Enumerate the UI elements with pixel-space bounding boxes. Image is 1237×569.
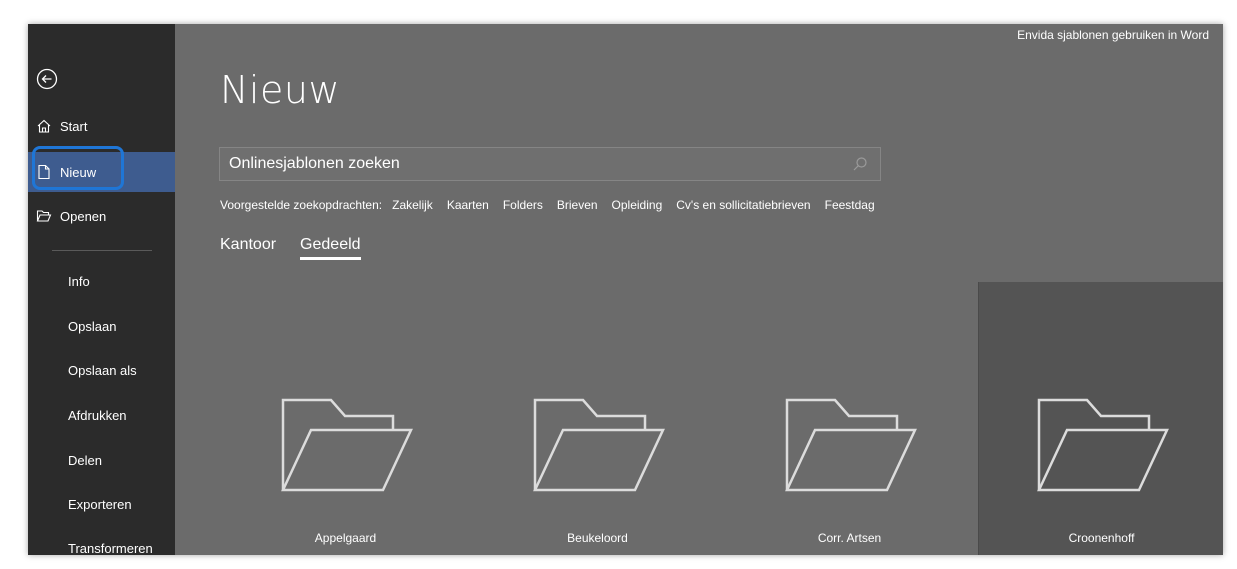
folder-icon: [533, 398, 665, 492]
main-panel: Appelgaard Beukeloord Corr. Artsen Croon…: [175, 24, 1223, 555]
sidebar-item-label: Openen: [60, 208, 107, 224]
tab-kantoor[interactable]: Kantoor: [220, 236, 276, 260]
sidebar-item-label: Start: [60, 118, 88, 134]
sidebar-item-save-as[interactable]: Opslaan als: [68, 363, 137, 378]
sidebar-item-start[interactable]: Start: [28, 106, 175, 146]
sidebar-divider: [52, 250, 152, 251]
page-title: Nieuw: [220, 68, 341, 112]
folder-tile[interactable]: Corr. Artsen: [727, 282, 972, 555]
suggested-search-link[interactable]: Brieven: [557, 198, 598, 212]
backstage-window: Start Nieuw Openen Info Opslaan Opslaan …: [28, 24, 1223, 555]
sidebar-item-print[interactable]: Afdrukken: [68, 408, 127, 423]
folder-label: Croonenhoff: [1068, 531, 1135, 545]
home-icon: [36, 118, 52, 134]
selection-highlight: [32, 146, 124, 190]
window-title: Envida sjablonen gebruiken in Word: [1017, 28, 1209, 42]
folder-label: Appelgaard: [314, 531, 377, 545]
template-tabs: Kantoor Gedeeld: [220, 236, 385, 260]
folder-label: Corr. Artsen: [817, 531, 882, 545]
sidebar-item-open[interactable]: Openen: [28, 196, 175, 236]
suggested-search-link[interactable]: Kaarten: [447, 198, 489, 212]
folder-label: Beukeloord: [567, 531, 628, 545]
suggested-search-link[interactable]: Cv's en sollicitatiebrieven: [676, 198, 810, 212]
sidebar-item-export[interactable]: Exporteren: [68, 497, 132, 512]
suggested-search-link[interactable]: Opleiding: [612, 198, 663, 212]
search-input[interactable]: [220, 154, 852, 174]
sidebar-item-transform[interactable]: Transformeren: [68, 541, 153, 555]
suggested-label: Voorgestelde zoekopdrachten:: [220, 198, 383, 212]
sidebar-item-info[interactable]: Info: [68, 274, 90, 289]
folder-tile[interactable]: Beukeloord: [475, 282, 720, 555]
suggested-search-link[interactable]: Folders: [503, 198, 543, 212]
sidebar-item-share[interactable]: Delen: [68, 453, 102, 468]
tab-gedeeld[interactable]: Gedeeld: [300, 236, 361, 260]
folder-icon: [785, 398, 917, 492]
folder-icon: [281, 398, 413, 492]
sidebar: Start Nieuw Openen Info Opslaan Opslaan …: [28, 24, 175, 555]
suggested-search-link[interactable]: Zakelijk: [392, 198, 433, 212]
folder-open-icon: [36, 208, 52, 224]
folder-icon: [1037, 398, 1169, 492]
suggested-searches: Voorgestelde zoekopdrachten: Zakelijk Ka…: [220, 198, 889, 212]
folder-tile[interactable]: Appelgaard: [223, 282, 468, 555]
template-search: [219, 147, 881, 181]
search-icon[interactable]: [852, 156, 868, 172]
suggested-search-link[interactable]: Feestdag: [825, 198, 875, 212]
back-arrow-icon[interactable]: [36, 68, 58, 90]
folder-tile-selected[interactable]: Croonenhoff: [978, 282, 1223, 555]
sidebar-item-save[interactable]: Opslaan: [68, 319, 116, 334]
